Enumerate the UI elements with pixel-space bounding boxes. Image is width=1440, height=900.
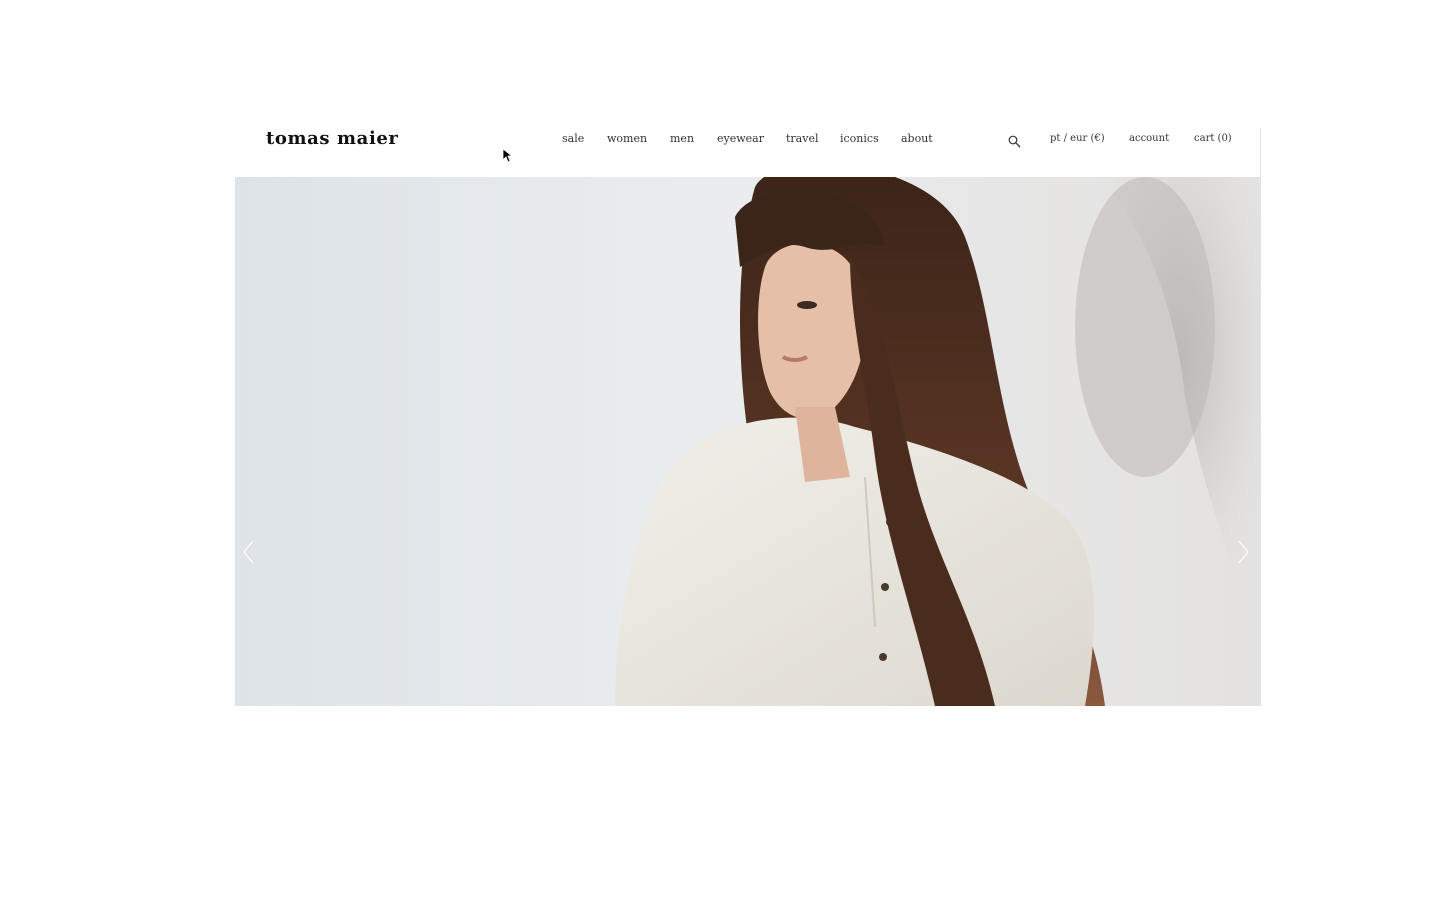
search-icon[interactable] — [1008, 133, 1021, 148]
carousel-next-button[interactable] — [1233, 537, 1253, 567]
nav-item-eyewear[interactable]: eyewear — [717, 132, 764, 146]
chevron-right-icon — [1238, 540, 1249, 564]
mouse-cursor-icon — [503, 149, 513, 163]
site-header: tomas maier sale women men eyewear trave… — [235, 128, 1260, 177]
nav-item-travel[interactable]: travel — [786, 132, 818, 146]
nav-item-about[interactable]: about — [901, 132, 933, 146]
locale-selector[interactable]: pt / eur (€) — [1050, 132, 1105, 146]
carousel-prev-button[interactable] — [239, 537, 259, 567]
page-container: tomas maier sale women men eyewear trave… — [235, 128, 1261, 706]
brand-logo[interactable]: tomas maier — [266, 128, 399, 150]
nav-item-iconics[interactable]: iconics — [840, 132, 879, 146]
nav-item-men[interactable]: men — [670, 132, 694, 146]
hero-image — [235, 177, 1260, 706]
account-link[interactable]: account — [1129, 132, 1169, 146]
chevron-left-icon — [243, 540, 254, 564]
nav-item-women[interactable]: women — [607, 132, 647, 146]
nav-item-sale[interactable]: sale — [562, 132, 584, 146]
cart-link[interactable]: cart (0) — [1194, 132, 1232, 146]
hero-carousel — [235, 177, 1260, 706]
